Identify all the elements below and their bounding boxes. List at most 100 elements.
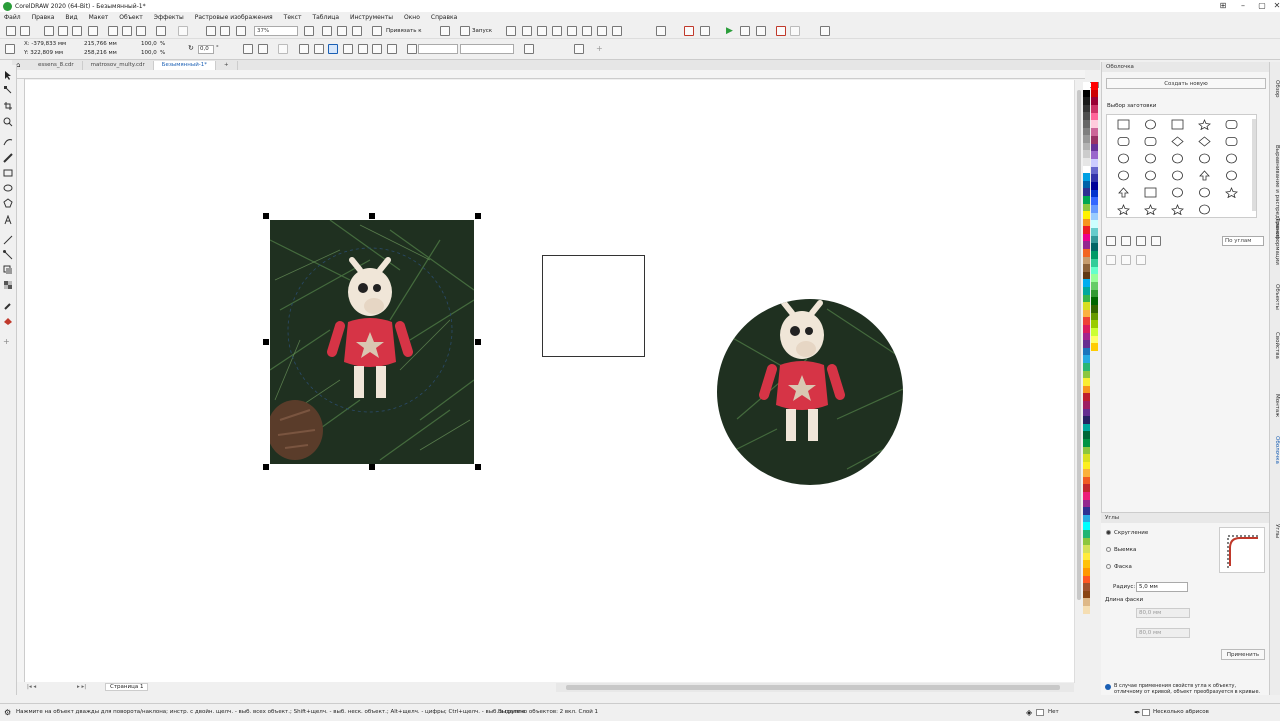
palette-swatch[interactable] <box>1083 241 1090 250</box>
zoom-tool-icon[interactable] <box>3 117 13 127</box>
menu-help[interactable]: Справка <box>431 14 457 21</box>
palette-swatch[interactable] <box>1083 195 1090 204</box>
side-tab-properties[interactable]: Свойства <box>1271 332 1280 359</box>
tool-7-icon[interactable] <box>597 26 607 36</box>
presets-scrollbar[interactable] <box>1252 119 1256 211</box>
empty-rectangle[interactable] <box>542 255 645 357</box>
freehand-tool-icon[interactable] <box>3 137 13 147</box>
palette-swatch[interactable] <box>1091 166 1098 175</box>
palette-swatch[interactable] <box>1091 297 1098 305</box>
side-tab-transform[interactable]: Трансформации <box>1271 218 1280 265</box>
envelope-preset-shape[interactable] <box>1171 136 1184 147</box>
envelope-preset-shape[interactable] <box>1171 119 1184 130</box>
record-macro-icon[interactable] <box>740 26 750 36</box>
palette-swatch[interactable] <box>1083 294 1090 303</box>
save-icon[interactable] <box>44 26 54 36</box>
text-tool-icon[interactable] <box>656 26 666 36</box>
palette-swatch[interactable] <box>1083 423 1090 432</box>
envelope-preset-shape[interactable] <box>1117 170 1130 181</box>
connector-tool-icon[interactable] <box>3 250 13 260</box>
palette-swatch[interactable] <box>1083 180 1090 189</box>
palette-swatch[interactable] <box>1083 598 1090 606</box>
width-field[interactable]: 215,766 мм <box>84 41 117 47</box>
app-launcher-icon[interactable] <box>460 26 470 36</box>
menu-file[interactable]: Файл <box>4 14 21 21</box>
palette-swatch[interactable] <box>1083 431 1090 439</box>
palette-swatch[interactable] <box>1091 228 1098 236</box>
outline-width-select[interactable] <box>418 44 458 54</box>
wrap-text-icon[interactable] <box>574 44 584 54</box>
tab-matrosov[interactable]: matrosov_multy.cdr <box>83 61 154 70</box>
palette-swatch[interactable] <box>1083 362 1090 371</box>
mirror-horizontal-icon[interactable] <box>243 44 253 54</box>
palette-swatch[interactable] <box>1083 385 1090 394</box>
palette-swatch[interactable] <box>1083 545 1090 553</box>
weld-icon[interactable] <box>299 44 309 54</box>
tool-3-icon[interactable] <box>537 26 547 36</box>
rectangle-tool-icon[interactable] <box>3 168 13 178</box>
selection-handle[interactable] <box>475 464 481 470</box>
palette-swatch[interactable] <box>1091 158 1098 167</box>
envelope-preset-shape[interactable] <box>1225 119 1238 130</box>
palette-swatch[interactable] <box>1083 507 1090 515</box>
palette-swatch[interactable] <box>1091 151 1098 159</box>
palette-swatch[interactable] <box>1083 226 1090 234</box>
palette-swatch[interactable] <box>1083 340 1090 348</box>
palette-swatch[interactable] <box>1083 287 1090 295</box>
print-icon[interactable] <box>88 26 98 36</box>
side-tab-objects[interactable]: Объекты <box>1271 284 1280 310</box>
fill-none-swatch[interactable] <box>1036 709 1044 716</box>
chamfer-distance-b[interactable]: 80,0 мм <box>1136 628 1190 638</box>
unconstrained-mode-icon[interactable] <box>1151 236 1161 246</box>
envelope-preset-shape[interactable] <box>1198 119 1211 130</box>
launch-dropdown[interactable]: Запуск <box>472 28 492 34</box>
envelope-preset-shape[interactable] <box>1171 204 1184 215</box>
height-field[interactable]: 258,216 мм <box>84 50 117 56</box>
envelope-preset-shape[interactable] <box>1144 170 1157 181</box>
import-icon[interactable] <box>206 26 216 36</box>
palette-swatch[interactable] <box>1083 476 1090 485</box>
palette-swatch[interactable] <box>1083 203 1090 212</box>
search-content-icon[interactable] <box>58 26 68 36</box>
palette-swatch[interactable] <box>1083 378 1090 386</box>
palette-swatch[interactable] <box>1091 189 1098 198</box>
palette-swatch[interactable] <box>1083 416 1090 424</box>
palette-swatch[interactable] <box>1091 235 1098 244</box>
palette-swatch[interactable] <box>1083 454 1090 462</box>
selection-handle[interactable] <box>263 339 269 345</box>
menu-edit[interactable]: Правка <box>32 14 55 21</box>
palette-swatch[interactable] <box>1091 97 1098 106</box>
envelope-preset-shape[interactable] <box>1144 119 1157 130</box>
color-palette[interactable] <box>1083 82 1091 682</box>
snap-icon[interactable] <box>372 26 382 36</box>
envelope-preset-shape[interactable] <box>1117 204 1130 215</box>
palette-swatch[interactable] <box>1091 105 1098 113</box>
chamfer-radio[interactable] <box>1106 564 1111 569</box>
tool-1-icon[interactable] <box>506 26 516 36</box>
boundary-icon[interactable] <box>387 44 397 54</box>
palette-swatch[interactable] <box>1083 233 1090 242</box>
menu-bitmaps[interactable]: Растровые изображения <box>195 14 273 21</box>
undo-icon[interactable] <box>156 26 166 36</box>
palette-swatch[interactable] <box>1091 197 1098 205</box>
snap-to-dropdown[interactable]: Привязать к <box>386 28 422 34</box>
menu-tools[interactable]: Инструменты <box>350 14 393 21</box>
tool-4-icon[interactable] <box>552 26 562 36</box>
side-tab-montage[interactable]: Монтаж <box>1271 394 1280 417</box>
palette-swatch[interactable] <box>1091 266 1098 275</box>
envelope-preset-shape[interactable] <box>1225 187 1238 198</box>
front-minus-back-icon[interactable] <box>358 44 368 54</box>
restore-docking-icon[interactable]: ⊞ <box>1212 0 1234 12</box>
guidelines-icon[interactable] <box>352 26 362 36</box>
palette-swatch[interactable] <box>1083 332 1090 341</box>
shape-tool-icon[interactable] <box>3 85 13 95</box>
palette-swatch[interactable] <box>1083 309 1090 318</box>
chamfer-distance-a[interactable]: 80,0 мм <box>1136 608 1190 618</box>
scallop-radio[interactable] <box>1106 547 1111 552</box>
palette-swatch[interactable] <box>1083 302 1090 310</box>
open-icon[interactable] <box>20 26 30 36</box>
grid-icon[interactable] <box>337 26 347 36</box>
palette-swatch[interactable] <box>1083 279 1090 288</box>
palette-swatch[interactable] <box>1083 256 1090 265</box>
palette-swatch[interactable] <box>1083 446 1090 455</box>
